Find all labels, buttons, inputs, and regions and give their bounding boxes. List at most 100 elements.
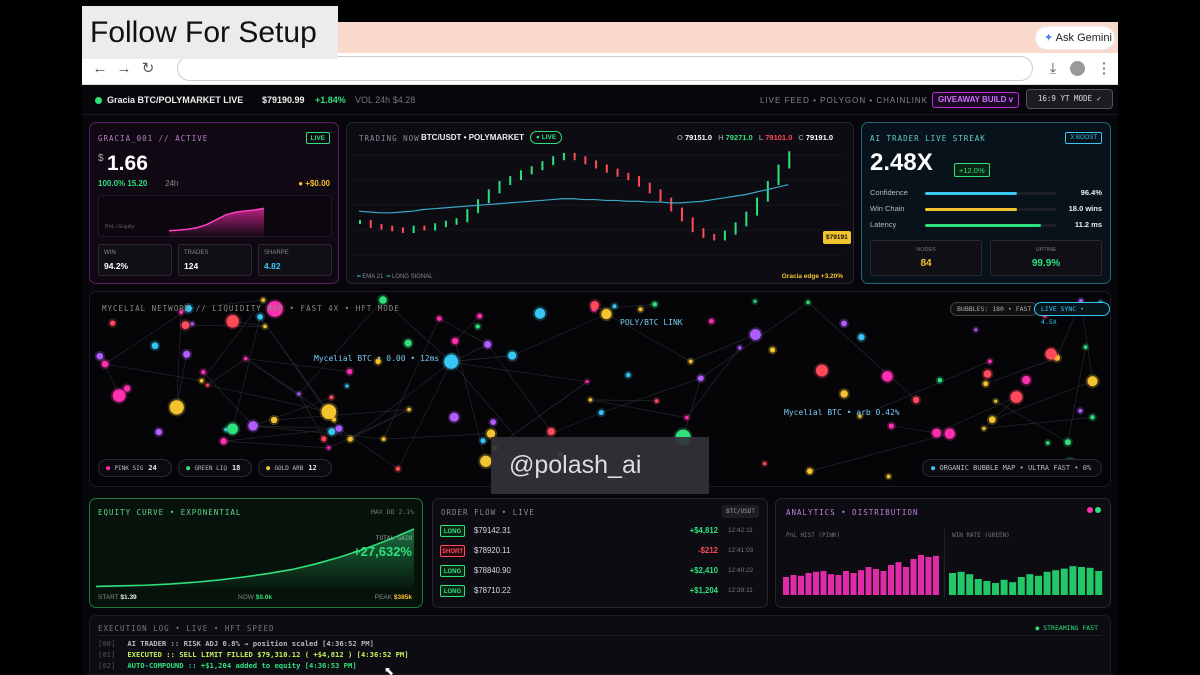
network-node bbox=[444, 354, 459, 369]
network-node bbox=[709, 318, 714, 324]
equity-total-value: +27,632% bbox=[353, 544, 412, 559]
network-node bbox=[270, 416, 278, 424]
back-arrow-icon[interactable]: ← bbox=[90, 59, 110, 79]
candle bbox=[498, 181, 501, 194]
equity-peak-label: PEAK bbox=[374, 594, 393, 601]
download-icon[interactable]: ⤓ bbox=[1043, 59, 1063, 79]
uptime-label: UPTIME bbox=[1035, 247, 1057, 253]
network-edge bbox=[992, 380, 1093, 420]
network-node bbox=[477, 313, 483, 319]
network-node bbox=[982, 426, 986, 431]
account-stat-value: 4.82 bbox=[264, 261, 281, 271]
network-edge bbox=[451, 362, 588, 382]
bubbles-chip[interactable]: BUBBLES: 180 • FAST bbox=[950, 302, 1039, 316]
streak-bar-value: 11.2 ms bbox=[1074, 220, 1102, 229]
network-node bbox=[612, 304, 617, 309]
network-node bbox=[858, 333, 865, 341]
network-edge bbox=[439, 318, 488, 345]
live-sync-chip[interactable]: LIVE SYNC • 4.5X bbox=[1034, 302, 1110, 326]
network-node bbox=[243, 356, 248, 361]
winrate-bar bbox=[1009, 582, 1017, 595]
reload-icon[interactable]: ↻ bbox=[138, 59, 158, 79]
candle bbox=[680, 207, 683, 222]
order-price: $78840.90 bbox=[474, 566, 511, 575]
trading-pair: BTC/USDT • POLYMARKET bbox=[421, 133, 524, 142]
ohlc-key: H bbox=[718, 133, 724, 142]
network-node bbox=[932, 428, 941, 438]
network-node bbox=[436, 316, 442, 321]
yt-mode-button[interactable]: 16:9 YT MODE ✓ bbox=[1026, 89, 1113, 109]
analytics-histograms bbox=[783, 555, 1103, 595]
account-stat-value: 124 bbox=[184, 261, 199, 271]
network-node bbox=[451, 337, 459, 345]
network-node bbox=[123, 385, 131, 392]
nodes-value: 84 bbox=[920, 258, 932, 269]
network-edge bbox=[298, 299, 384, 395]
legend-label: GREEN LIQ bbox=[194, 465, 227, 472]
network-node bbox=[547, 427, 555, 436]
trading-title: TRADING NOW bbox=[359, 134, 420, 143]
legend-count: 18 bbox=[231, 464, 241, 472]
network-node bbox=[183, 350, 191, 358]
profile-avatar[interactable] bbox=[1070, 61, 1085, 76]
ohlc-key: C bbox=[798, 133, 804, 142]
equity-area bbox=[96, 529, 414, 589]
network-node bbox=[321, 404, 337, 420]
pnl-hist-bar bbox=[790, 575, 797, 595]
pnl-hist-bar bbox=[865, 567, 872, 595]
candle bbox=[359, 219, 361, 224]
forward-arrow-icon[interactable]: → bbox=[114, 59, 134, 79]
streak-change: +12.0% bbox=[954, 163, 990, 177]
ask-gemini-button[interactable]: ✦ Ask Gemini bbox=[1036, 27, 1114, 49]
network-title: MYCELIAL NETWORK // LIQUIDITY MAP • FAST… bbox=[102, 304, 400, 313]
candle bbox=[519, 170, 522, 181]
network-edge bbox=[1067, 347, 1086, 443]
log-line: [01] EXECUTED :: SELL LIMIT FILLED $79,31… bbox=[98, 650, 409, 659]
network-node bbox=[297, 392, 301, 396]
network-edge bbox=[451, 355, 513, 363]
header-title: Gracia BTC/POLYMARKET LIVE bbox=[107, 95, 244, 105]
pnl-hist-bar bbox=[798, 575, 804, 595]
network-node bbox=[937, 377, 943, 383]
order-row: LONG $79142.31 +$4,812 12:42:11 bbox=[440, 523, 762, 541]
winrate-bar bbox=[1026, 574, 1034, 595]
network-edge bbox=[807, 302, 917, 401]
account-chart-label: PnL / Equity bbox=[105, 224, 135, 230]
equity-now: NOW $0.0k bbox=[238, 594, 272, 601]
network-node bbox=[815, 364, 828, 377]
candle bbox=[616, 168, 619, 177]
winrate-bar bbox=[1035, 575, 1042, 595]
order-side-badge: LONG bbox=[440, 585, 465, 597]
streak-bar-track bbox=[925, 224, 1057, 227]
equity-max-dd: MAX DD 2.1% bbox=[370, 508, 414, 516]
candle bbox=[455, 218, 458, 225]
network-node bbox=[601, 308, 612, 320]
candle bbox=[659, 189, 662, 202]
order-price: $79142.31 bbox=[474, 526, 511, 535]
network-node bbox=[227, 423, 239, 435]
account-stat-label: TRADES bbox=[184, 250, 209, 256]
log-line-text: EXECUTED :: SELL LIMIT FILLED $79,310.12… bbox=[127, 650, 409, 659]
header-feed: LIVE FEED • POLYGON • CHAINLINK bbox=[760, 96, 929, 105]
trading-legend: ━ EMA 21 ━ LONG SIGNAL bbox=[357, 273, 433, 280]
account-equity-svg bbox=[168, 207, 265, 238]
network-node bbox=[944, 428, 955, 439]
winrate-bar bbox=[1043, 571, 1051, 595]
network-edge bbox=[104, 363, 202, 382]
dashboard: Gracia BTC/POLYMARKET LIVE $79190.99 +1.… bbox=[82, 85, 1118, 675]
screen: ⌄ ✦ Ask Gemini ← → ↻ ⤓ ⋮ Gracia BTC/POLY… bbox=[0, 0, 1200, 675]
network-edge bbox=[350, 409, 410, 440]
address-bar[interactable] bbox=[177, 56, 1033, 81]
candle bbox=[691, 217, 694, 233]
candle bbox=[734, 222, 737, 235]
network-node bbox=[1045, 348, 1057, 360]
pnl-hist-bar bbox=[843, 571, 849, 595]
kebab-menu-icon[interactable]: ⋮ bbox=[1094, 59, 1114, 79]
network-node bbox=[590, 300, 600, 310]
candle bbox=[584, 156, 587, 165]
log-line-text: AUTO-COMPOUND :: +$1,204 added to equity… bbox=[127, 661, 357, 670]
log-panel: EXECUTION LOG • LIVE • HFT SPEED ● STREA… bbox=[89, 615, 1111, 675]
candle bbox=[638, 176, 641, 187]
account-pnl-change-value: +$0.00 bbox=[305, 179, 330, 188]
candle bbox=[391, 225, 394, 232]
